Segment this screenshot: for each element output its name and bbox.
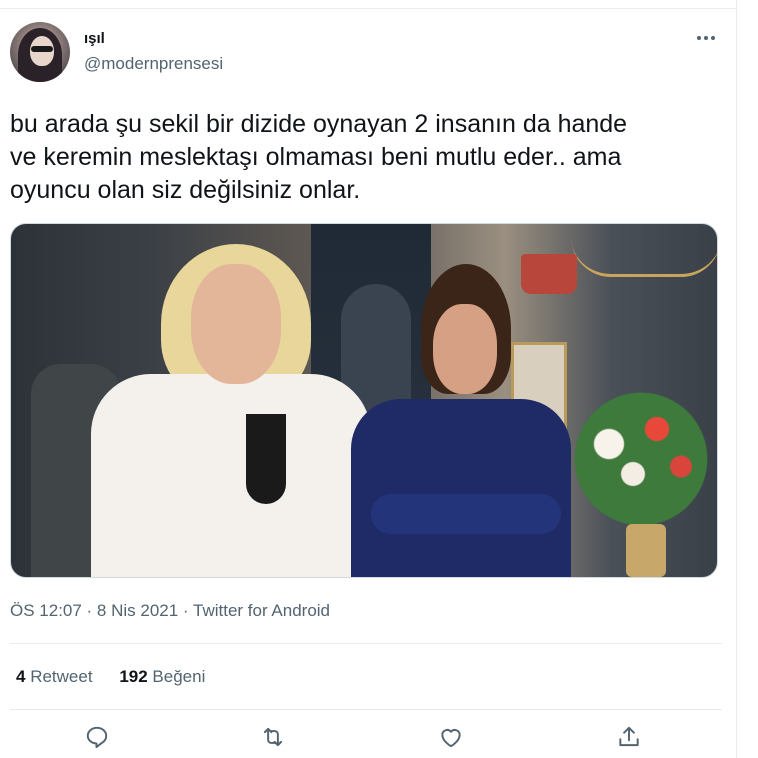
- tweet-stats: 4 Retweet 192 Beğeni: [16, 667, 227, 687]
- tweet-text: bu arada şu sekil bir dizide oynayan 2 i…: [10, 108, 722, 207]
- likes-stat[interactable]: 192 Beğeni: [119, 667, 205, 687]
- reply-icon[interactable]: [84, 724, 112, 752]
- tweet-text-line: oyuncu olan siz değilsiniz onlar.: [10, 176, 361, 204]
- tweet-text-line: ve keremin meslektaşı olmaması beni mutl…: [10, 143, 622, 171]
- retweets-stat[interactable]: 4 Retweet: [16, 667, 93, 687]
- retweet-icon[interactable]: [260, 724, 288, 752]
- top-divider: [0, 8, 736, 9]
- display-name[interactable]: ışıl: [84, 30, 105, 47]
- tweet-photo[interactable]: [10, 223, 718, 578]
- retweets-count: 4: [16, 667, 26, 686]
- divider: [10, 709, 722, 710]
- avatar[interactable]: [10, 22, 70, 82]
- retweets-label: Retweet: [30, 667, 93, 686]
- likes-label: Beğeni: [152, 667, 206, 686]
- tweet-text-line: bu arada şu sekil bir dizide oynayan 2 i…: [10, 110, 628, 138]
- heart-icon[interactable]: [438, 724, 466, 752]
- divider: [10, 643, 722, 644]
- tweet-actions: [10, 718, 722, 758]
- timeline-border: [736, 0, 737, 758]
- tweet-timestamp[interactable]: ÖS 12:07 · 8 Nis 2021 · Twitter for Andr…: [10, 601, 330, 621]
- more-icon[interactable]: [694, 32, 718, 44]
- share-icon[interactable]: [616, 724, 644, 752]
- likes-count: 192: [119, 667, 148, 686]
- username[interactable]: @modernprensesi: [84, 54, 223, 74]
